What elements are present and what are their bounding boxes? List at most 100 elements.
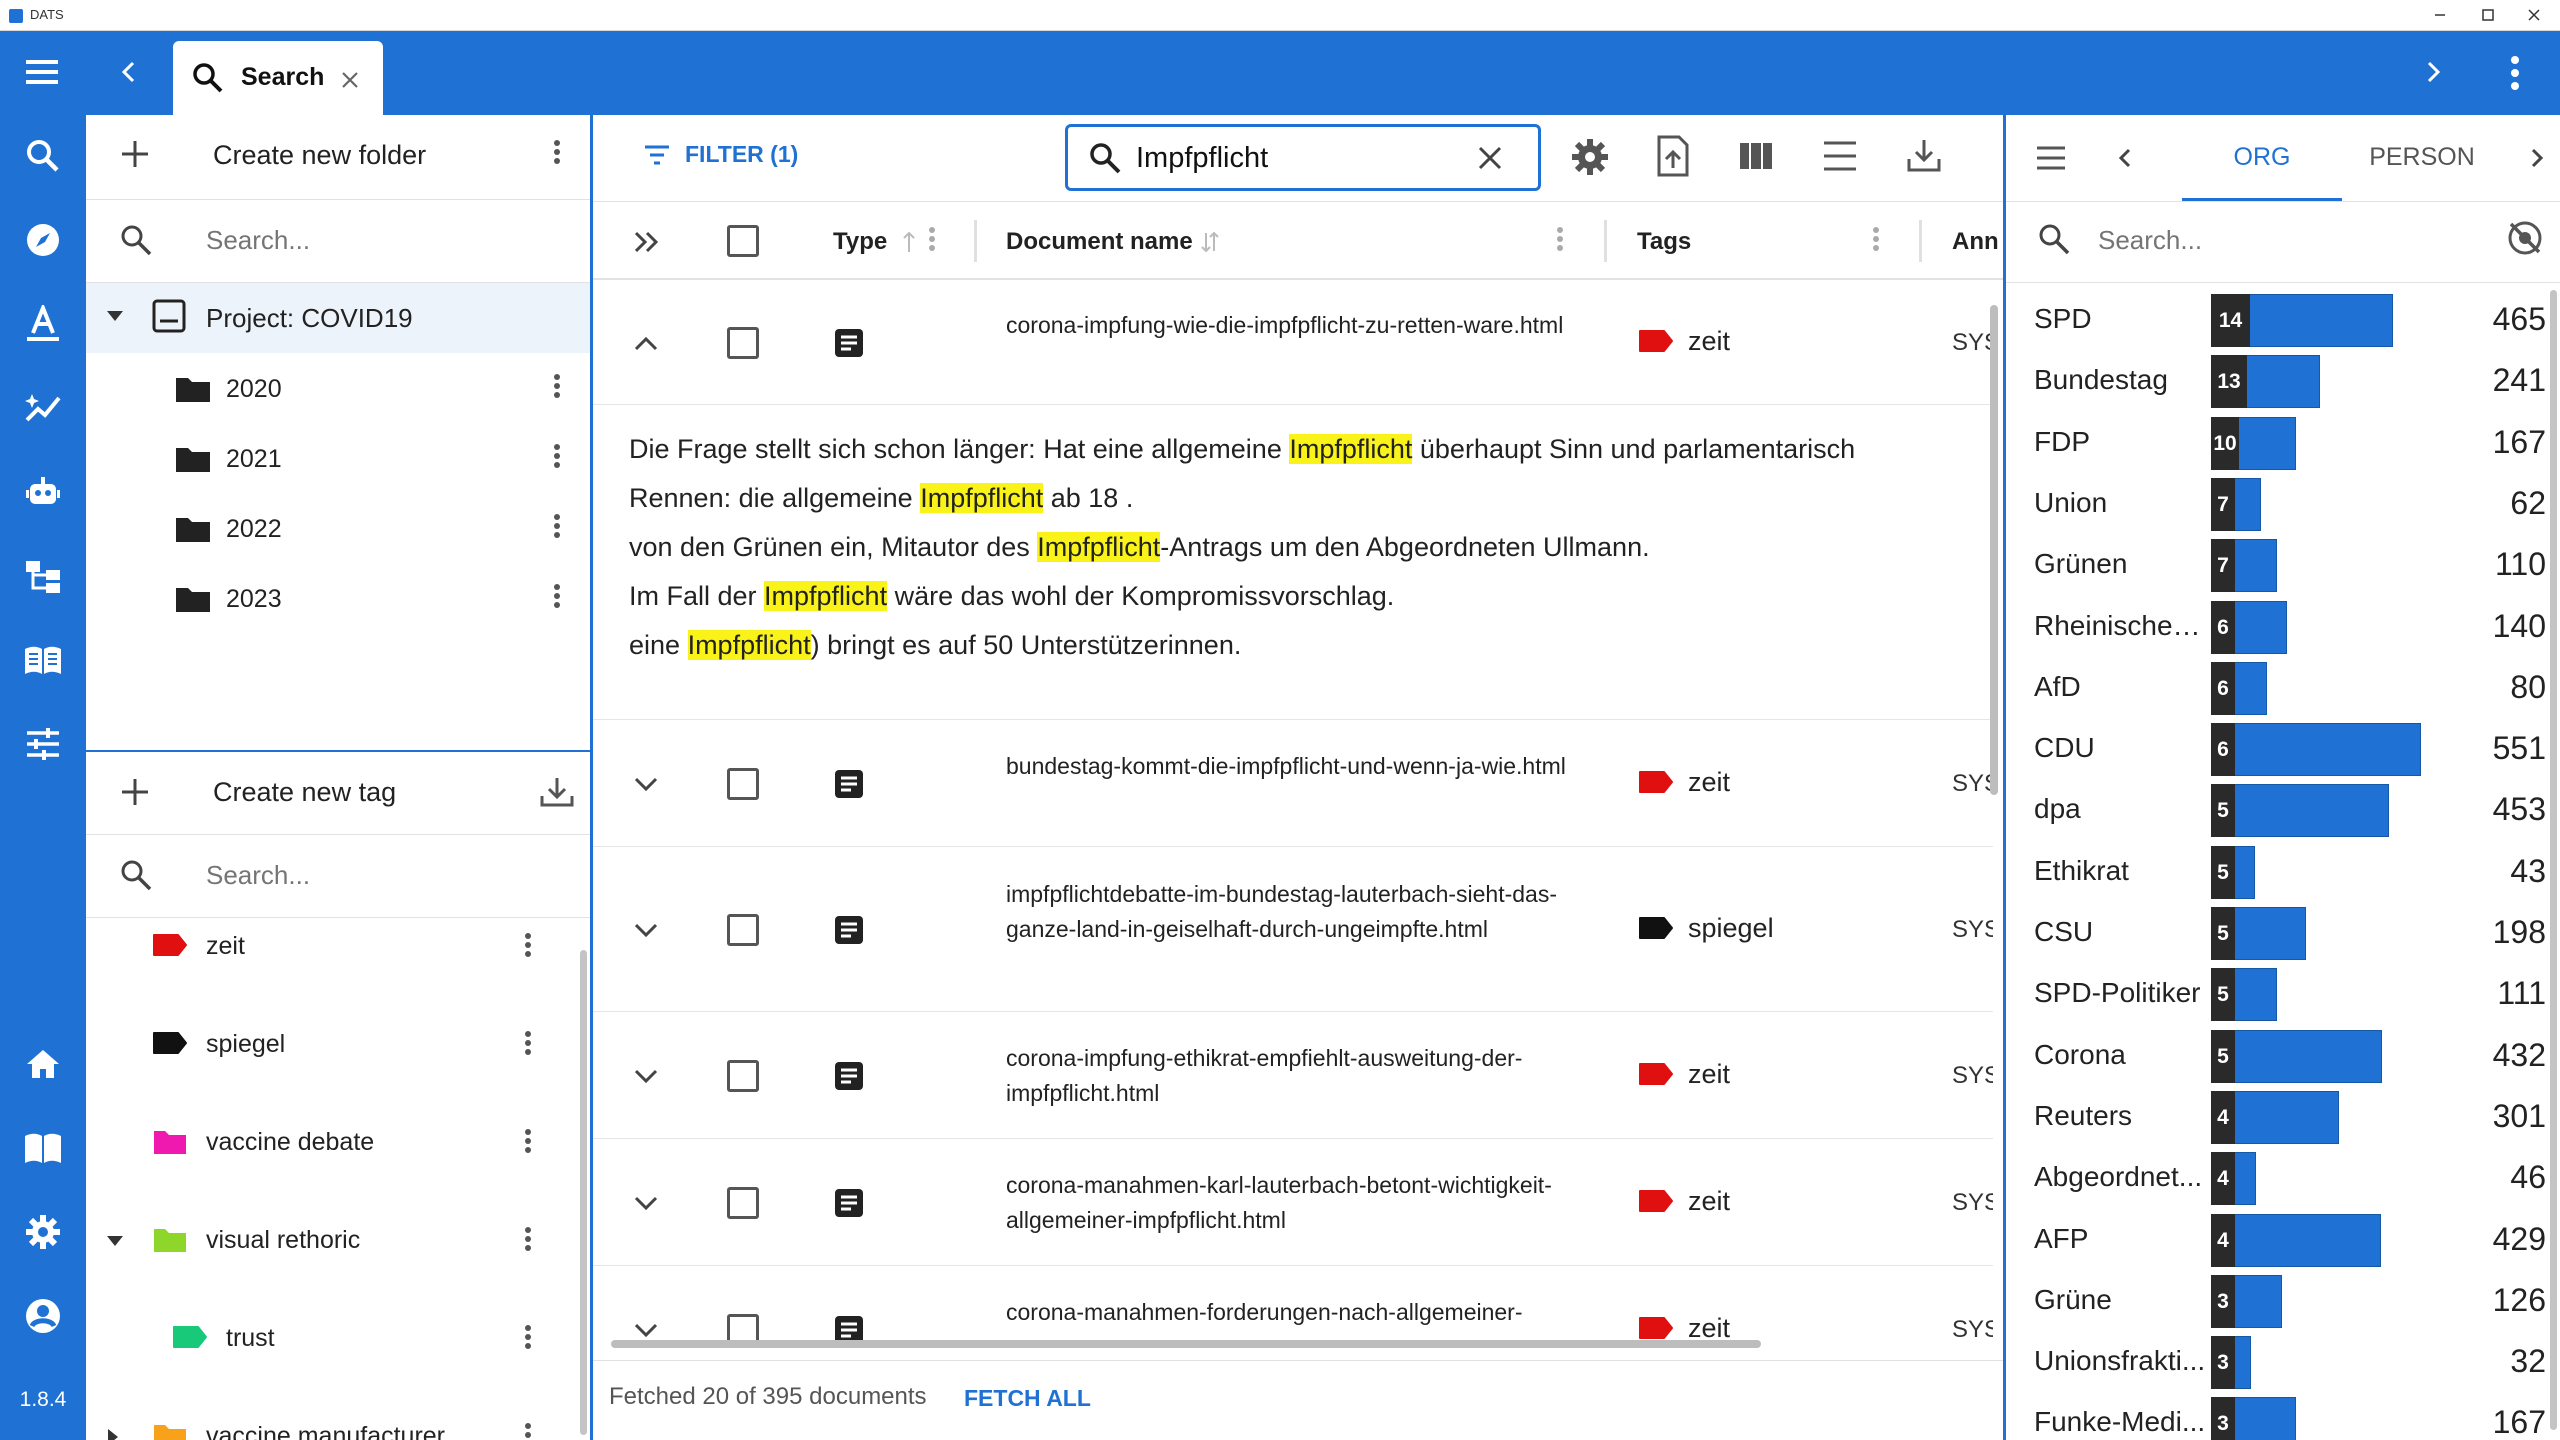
folder-panel-more-button[interactable] [551, 137, 563, 171]
nav-account[interactable] [20, 1293, 66, 1339]
entity-row[interactable]: SPD 14 465 [2006, 291, 2546, 352]
entity-tabs-forward[interactable] [2526, 143, 2548, 173]
nav-settings-tune[interactable] [20, 721, 66, 767]
document-name[interactable]: bundestag-kommt-die-impfpflicht-und-wenn… [1006, 749, 1606, 784]
horizontal-scroll-thumb[interactable] [611, 1340, 1761, 1348]
folder-item[interactable]: 2022 [86, 493, 590, 563]
expand-row-icon[interactable] [631, 770, 661, 798]
folder-more-button[interactable] [551, 581, 563, 615]
project-row[interactable]: Project: COVID19 [86, 283, 590, 353]
tag-more-button[interactable] [522, 1126, 534, 1160]
tag-item[interactable]: visual rethoric [86, 1192, 576, 1290]
entity-tab-org[interactable]: ORG [2182, 115, 2342, 201]
row-checkbox[interactable] [727, 1186, 759, 1219]
tag-more-button[interactable] [522, 1420, 534, 1440]
folder-more-button[interactable] [551, 511, 563, 545]
tag-item[interactable]: vaccine manufacturer [86, 1388, 576, 1440]
tag-item[interactable]: vaccine debate [86, 1094, 576, 1192]
tag-item[interactable]: trust [86, 1290, 576, 1388]
minimize-button[interactable] [2420, 0, 2460, 30]
nav-annotation[interactable] [20, 301, 66, 347]
entity-row[interactable]: CSU 5 198 [2006, 904, 2546, 965]
tag-more-button[interactable] [522, 1028, 534, 1062]
sort-arrow-icon[interactable] [902, 230, 916, 254]
column-separator[interactable] [1919, 220, 1922, 262]
caret-right-icon[interactable] [106, 1428, 120, 1440]
entity-row[interactable]: CDU 6 551 [2006, 720, 2546, 781]
entity-menu-button[interactable] [2035, 144, 2067, 172]
collapse-row-icon[interactable] [631, 329, 661, 357]
tag-item[interactable]: zeit [86, 918, 576, 996]
entity-row[interactable]: Abgeordnet... 4 46 [2006, 1149, 2546, 1210]
entity-row[interactable]: AFP 4 429 [2006, 1211, 2546, 1272]
expand-all-icon[interactable] [633, 230, 661, 254]
select-all-checkbox[interactable] [727, 225, 759, 257]
entity-row[interactable]: Union 7 62 [2006, 475, 2546, 536]
create-folder-button[interactable] [120, 139, 150, 169]
close-window-button[interactable] [2514, 0, 2554, 30]
entity-tabs-back[interactable] [2114, 143, 2136, 173]
entity-row[interactable]: Bundestag 13 241 [2006, 352, 2546, 413]
entity-row[interactable]: Reuters 4 301 [2006, 1088, 2546, 1149]
type-column-menu[interactable] [926, 224, 938, 258]
caret-down-icon[interactable] [106, 1234, 124, 1248]
upload-button[interactable] [1655, 135, 1691, 177]
nav-settings[interactable] [20, 1209, 66, 1255]
sort-icon[interactable] [1201, 230, 1219, 254]
density-button[interactable] [1822, 139, 1858, 173]
import-tags-button[interactable] [538, 774, 576, 810]
table-row[interactable]: corona-manahmen-karl-lauterbach-betont-w… [593, 1139, 1993, 1266]
document-search-field[interactable] [1065, 124, 1541, 191]
folder-item[interactable]: 2020 [86, 353, 590, 423]
tabs-forward-button[interactable] [2418, 57, 2448, 87]
nav-documentation[interactable] [20, 1125, 66, 1171]
tag-more-button[interactable] [522, 930, 534, 964]
tags-column-menu[interactable] [1870, 224, 1882, 258]
filter-button[interactable]: FILTER (1) [643, 141, 798, 168]
folder-more-button[interactable] [551, 441, 563, 475]
fetch-all-button[interactable]: FETCH ALL [964, 1385, 1091, 1412]
create-folder-label[interactable]: Create new folder [213, 140, 426, 171]
caret-down-icon[interactable] [106, 309, 124, 323]
entity-row[interactable]: AfD 6 80 [2006, 659, 2546, 720]
app-more-button[interactable] [2508, 53, 2522, 93]
entity-row[interactable]: Grünen 7 110 [2006, 536, 2546, 597]
document-name[interactable]: corona-impfung-wie-die-impfpflicht-zu-re… [1006, 308, 1606, 343]
close-tab-icon[interactable] [341, 71, 359, 89]
entity-row[interactable]: dpa 5 453 [2006, 781, 2546, 842]
columns-button[interactable] [1738, 139, 1774, 173]
nav-logbook[interactable] [20, 637, 66, 683]
entity-row[interactable]: Ethikrat 5 43 [2006, 843, 2546, 904]
vertical-scroll-thumb[interactable] [1990, 305, 1998, 795]
maximize-button[interactable] [2468, 0, 2508, 30]
nav-search[interactable] [20, 133, 66, 179]
name-column-menu[interactable] [1554, 224, 1566, 258]
folder-search-input[interactable] [206, 215, 576, 265]
nav-explore[interactable] [20, 217, 66, 263]
document-name[interactable]: corona-manahmen-karl-lauterbach-betont-w… [1006, 1168, 1606, 1238]
table-row[interactable]: corona-impfung-wie-die-impfpflicht-zu-re… [593, 280, 1993, 405]
horizontal-scrollbar[interactable] [605, 1337, 1985, 1349]
column-header-type[interactable]: Type [833, 228, 887, 256]
folder-more-button[interactable] [551, 371, 563, 405]
column-separator[interactable] [974, 220, 977, 262]
entity-row[interactable]: Funke-Medi... 3 167 [2006, 1394, 2546, 1440]
folder-item[interactable]: 2023 [86, 563, 590, 633]
nav-home[interactable] [20, 1041, 66, 1087]
entity-row[interactable]: Rheinischen... 6 140 [2006, 598, 2546, 659]
expand-row-icon[interactable] [631, 916, 661, 944]
create-tag-button[interactable] [120, 777, 150, 807]
nav-automation[interactable] [20, 469, 66, 515]
entity-search-input[interactable] [2098, 215, 2478, 265]
clear-search-icon[interactable] [1477, 145, 1503, 171]
tag-more-button[interactable] [522, 1224, 534, 1258]
document-name[interactable]: corona-impfung-ethikrat-empfiehlt-auswei… [1006, 1041, 1606, 1111]
folder-item[interactable]: 2021 [86, 423, 590, 493]
table-row[interactable]: bundestag-kommt-die-impfpflicht-und-wenn… [593, 720, 1993, 847]
table-row[interactable]: impfpflichtdebatte-im-bundestag-lauterba… [593, 847, 1993, 1012]
row-checkbox[interactable] [727, 1059, 759, 1092]
entity-row[interactable]: Grüne 3 126 [2006, 1272, 2546, 1333]
tag-list-scrollbar[interactable] [580, 950, 587, 1435]
expand-row-icon[interactable] [631, 1062, 661, 1090]
toggle-visibility-button[interactable] [2506, 219, 2544, 257]
